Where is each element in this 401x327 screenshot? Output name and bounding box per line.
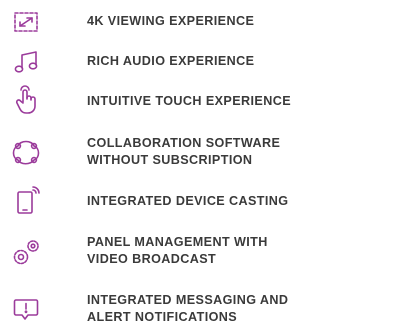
feature-item-messaging: INTEGRATED MESSAGING AND ALERT NOTIFICAT…	[0, 286, 401, 326]
feature-item-4k-viewing: 4K VIEWING EXPERIENCE	[0, 6, 401, 36]
feature-label: INTEGRATED DEVICE CASTING	[87, 194, 289, 208]
device-casting-icon	[8, 185, 44, 217]
touch-hand-icon	[8, 84, 44, 116]
collaboration-network-icon	[8, 136, 44, 168]
feature-label: PANEL MANAGEMENT WITH VIDEO BROADCAST	[87, 235, 268, 266]
alert-message-icon	[8, 292, 44, 324]
feature-item-device-casting: INTEGRATED DEVICE CASTING	[0, 184, 401, 218]
feature-item-collaboration: COLLABORATION SOFTWARE WITHOUT SUBSCRIPT…	[0, 132, 401, 172]
feature-list: 4K VIEWING EXPERIENCE RICH AUDIO EXPERIE…	[0, 0, 401, 327]
expand-arrows-icon	[8, 6, 44, 38]
feature-item-rich-audio: RICH AUDIO EXPERIENCE	[0, 46, 401, 76]
feature-label: COLLABORATION SOFTWARE WITHOUT SUBSCRIPT…	[87, 136, 281, 167]
feature-label: INTEGRATED MESSAGING AND ALERT NOTIFICAT…	[87, 293, 289, 324]
feature-item-touch: INTUITIVE TOUCH EXPERIENCE	[0, 84, 401, 118]
feature-label: 4K VIEWING EXPERIENCE	[87, 14, 255, 28]
feature-item-panel-management: PANEL MANAGEMENT WITH VIDEO BROADCAST	[0, 230, 401, 270]
gears-icon	[8, 236, 44, 268]
feature-label: INTUITIVE TOUCH EXPERIENCE	[87, 94, 291, 108]
feature-label: RICH AUDIO EXPERIENCE	[87, 54, 255, 68]
music-note-icon	[8, 46, 44, 78]
